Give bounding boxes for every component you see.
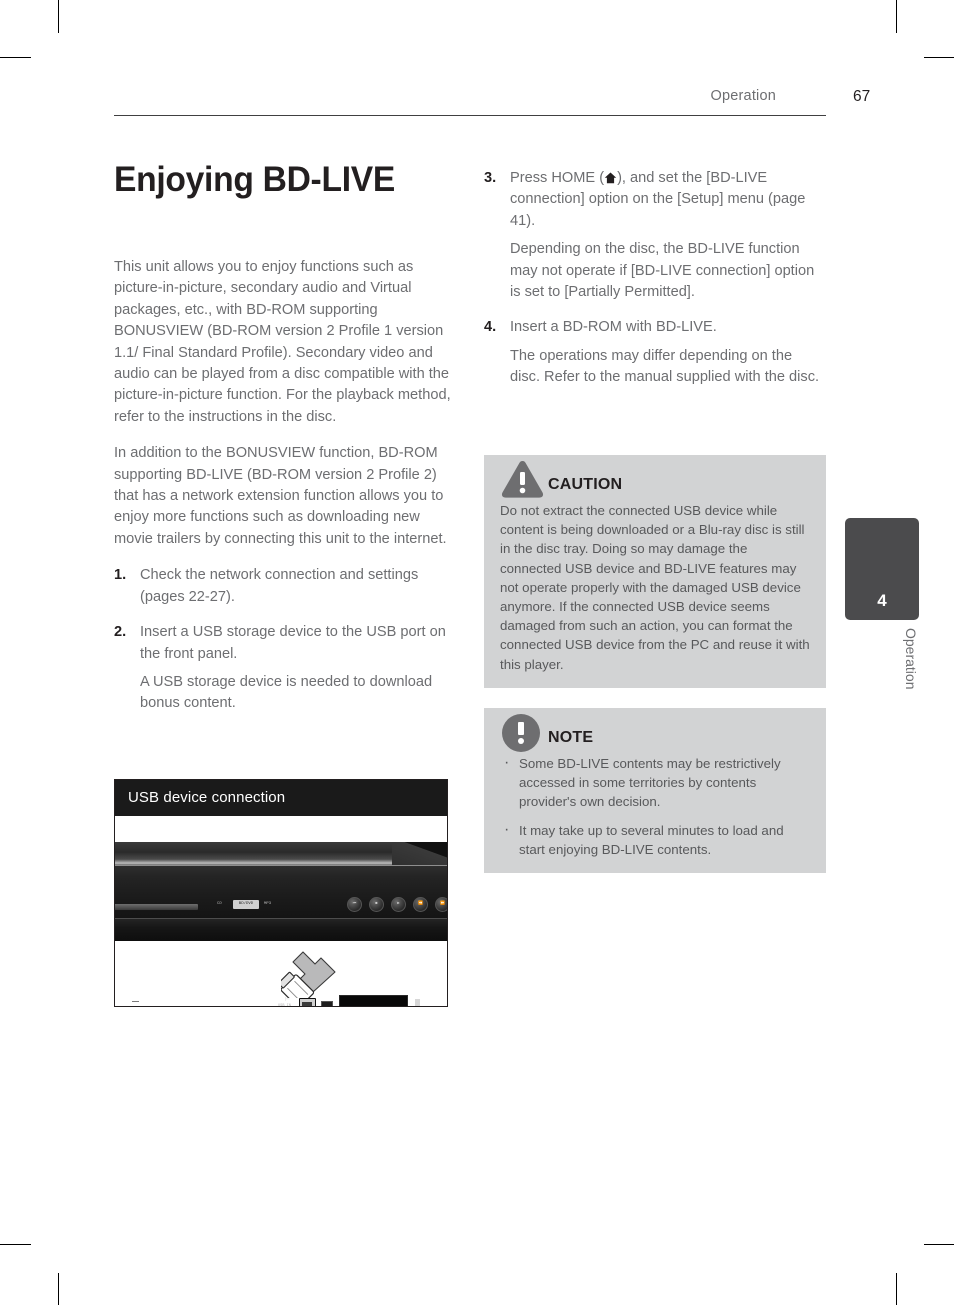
crop-mark-top-left-horizontal: [0, 57, 31, 58]
step-number: 4.: [484, 319, 497, 336]
intro-paragraph-1: This unit allows you to enjoy functions …: [114, 259, 451, 425]
page-title: Enjoying BD-LIVE: [114, 160, 395, 199]
caution-header: CAUTION: [500, 461, 810, 498]
player-button-play: ▶: [391, 897, 406, 912]
player-front-face: CD BD/DVD MP3 ⏮ ■ ▶ ⏪ ⏩: [115, 865, 447, 919]
crop-mark-bottom-left-horizontal: [0, 1244, 31, 1245]
caution-title: CAUTION: [548, 476, 623, 493]
caution-text: Do not extract the connected USB device …: [500, 503, 810, 672]
header-rule: [114, 115, 826, 117]
step-item-4: 4. Insert a BD-ROM with BD-LIVE. The ope…: [484, 317, 826, 388]
step-text: Insert a USB storage device to the USB p…: [140, 624, 446, 662]
page-number: 67: [853, 88, 871, 105]
figure-illustration: CD BD/DVD MP3 ⏮ ■ ▶ ⏪ ⏩ ⊢ USB IN: [115, 816, 447, 1006]
chapter-side-tab: 4: [845, 518, 919, 620]
step-text: Check the network connection and setting…: [140, 567, 419, 605]
player-button-stop: ■: [369, 897, 384, 912]
front-display-panel: BD/DVD: [233, 900, 259, 909]
disc-tray-slot: [115, 904, 198, 910]
note-bullet-list: Some BD-LIVE contents may be restrictive…: [500, 753, 810, 859]
panel-tick-mark: [132, 1001, 139, 1003]
player-top-surface: [115, 842, 447, 865]
step-subtext: Depending on the disc, the BD-LIVE funct…: [510, 241, 815, 301]
warning-triangle-icon: [501, 461, 544, 498]
step-subtext: A USB storage device is needed to downlo…: [140, 673, 433, 712]
step-number: 1.: [114, 567, 127, 584]
step-text-before-icon: Press HOME (: [510, 170, 605, 186]
player-button-row: ⏮ ■ ▶ ⏪ ⏩: [347, 897, 447, 912]
usb-port-label: USB IN: [278, 1004, 291, 1006]
step-number: 3.: [484, 170, 497, 186]
note-title: NOTE: [548, 729, 594, 746]
caution-box: CAUTION Do not extract the connected USB…: [484, 455, 826, 688]
home-icon: [604, 170, 617, 184]
left-column: Enjoying BD-LIVE This unit allows you to…: [114, 160, 452, 729]
crop-mark-top-right-horizontal: [924, 57, 954, 58]
step-subtext: The operations may differ depending on t…: [510, 347, 820, 386]
player-button-rewind: ⏪: [413, 897, 428, 912]
usb-port: [299, 998, 316, 1006]
step-item-2: 2. Insert a USB storage device to the US…: [114, 622, 452, 715]
crop-mark-bottom-left-vertical: [58, 1273, 59, 1305]
page-header: Operation 67: [114, 88, 871, 118]
player-button-forward: ⏩: [435, 897, 447, 912]
player-front-panel-illustration: CD BD/DVD MP3 ⏮ ■ ▶ ⏪ ⏩ ⊢ USB IN: [115, 842, 447, 1006]
step-item-1: 1. Check the network connection and sett…: [114, 565, 452, 608]
usb-insert-arrow-and-drive: [281, 951, 336, 998]
chapter-number: 4: [877, 591, 887, 610]
panel-edge-highlight: [415, 999, 420, 1006]
usb-connection-figure: USB device connection CD BD/DVD MP3 ⏮ ■ …: [114, 779, 448, 1007]
right-column: 3. Press HOME (), and set the [BD-LIVE c…: [484, 168, 826, 403]
crop-mark-bottom-right-horizontal: [924, 1244, 954, 1245]
exclamation-circle-icon: [502, 714, 540, 752]
note-box: NOTE Some BD-LIVE contents may be restri…: [484, 708, 826, 874]
chapter-label: Operation: [903, 628, 919, 690]
header-section-label: Operation: [710, 88, 776, 104]
step-number: 2.: [114, 624, 127, 641]
intro-paragraph-2: In addition to the BONUSVIEW function, B…: [114, 445, 447, 547]
display-right-label: MP3: [264, 902, 272, 906]
crop-mark-bottom-right-vertical: [896, 1273, 897, 1305]
figure-caption: USB device connection: [115, 780, 447, 816]
step-text: Insert a BD-ROM with BD-LIVE.: [510, 319, 717, 336]
crop-mark-top-right-vertical: [896, 0, 897, 33]
step-item-3: 3. Press HOME (), and set the [BD-LIVE c…: [484, 168, 826, 303]
step-text: Press HOME (), and set the [BD-LIVE conn…: [510, 168, 826, 232]
crop-mark-top-left-vertical: [58, 0, 59, 33]
panel-small-connector: [321, 1001, 333, 1006]
right-step-list: 3. Press HOME (), and set the [BD-LIVE c…: [484, 168, 826, 389]
player-button-prev: ⏮: [347, 897, 362, 912]
note-header: NOTE: [500, 714, 810, 752]
note-bullet-item: It may take up to several minutes to loa…: [500, 820, 810, 859]
note-bullet-item: Some BD-LIVE contents may be restrictive…: [500, 753, 810, 812]
left-step-list: 1. Check the network connection and sett…: [114, 565, 452, 714]
display-left-label: CD: [217, 902, 222, 906]
